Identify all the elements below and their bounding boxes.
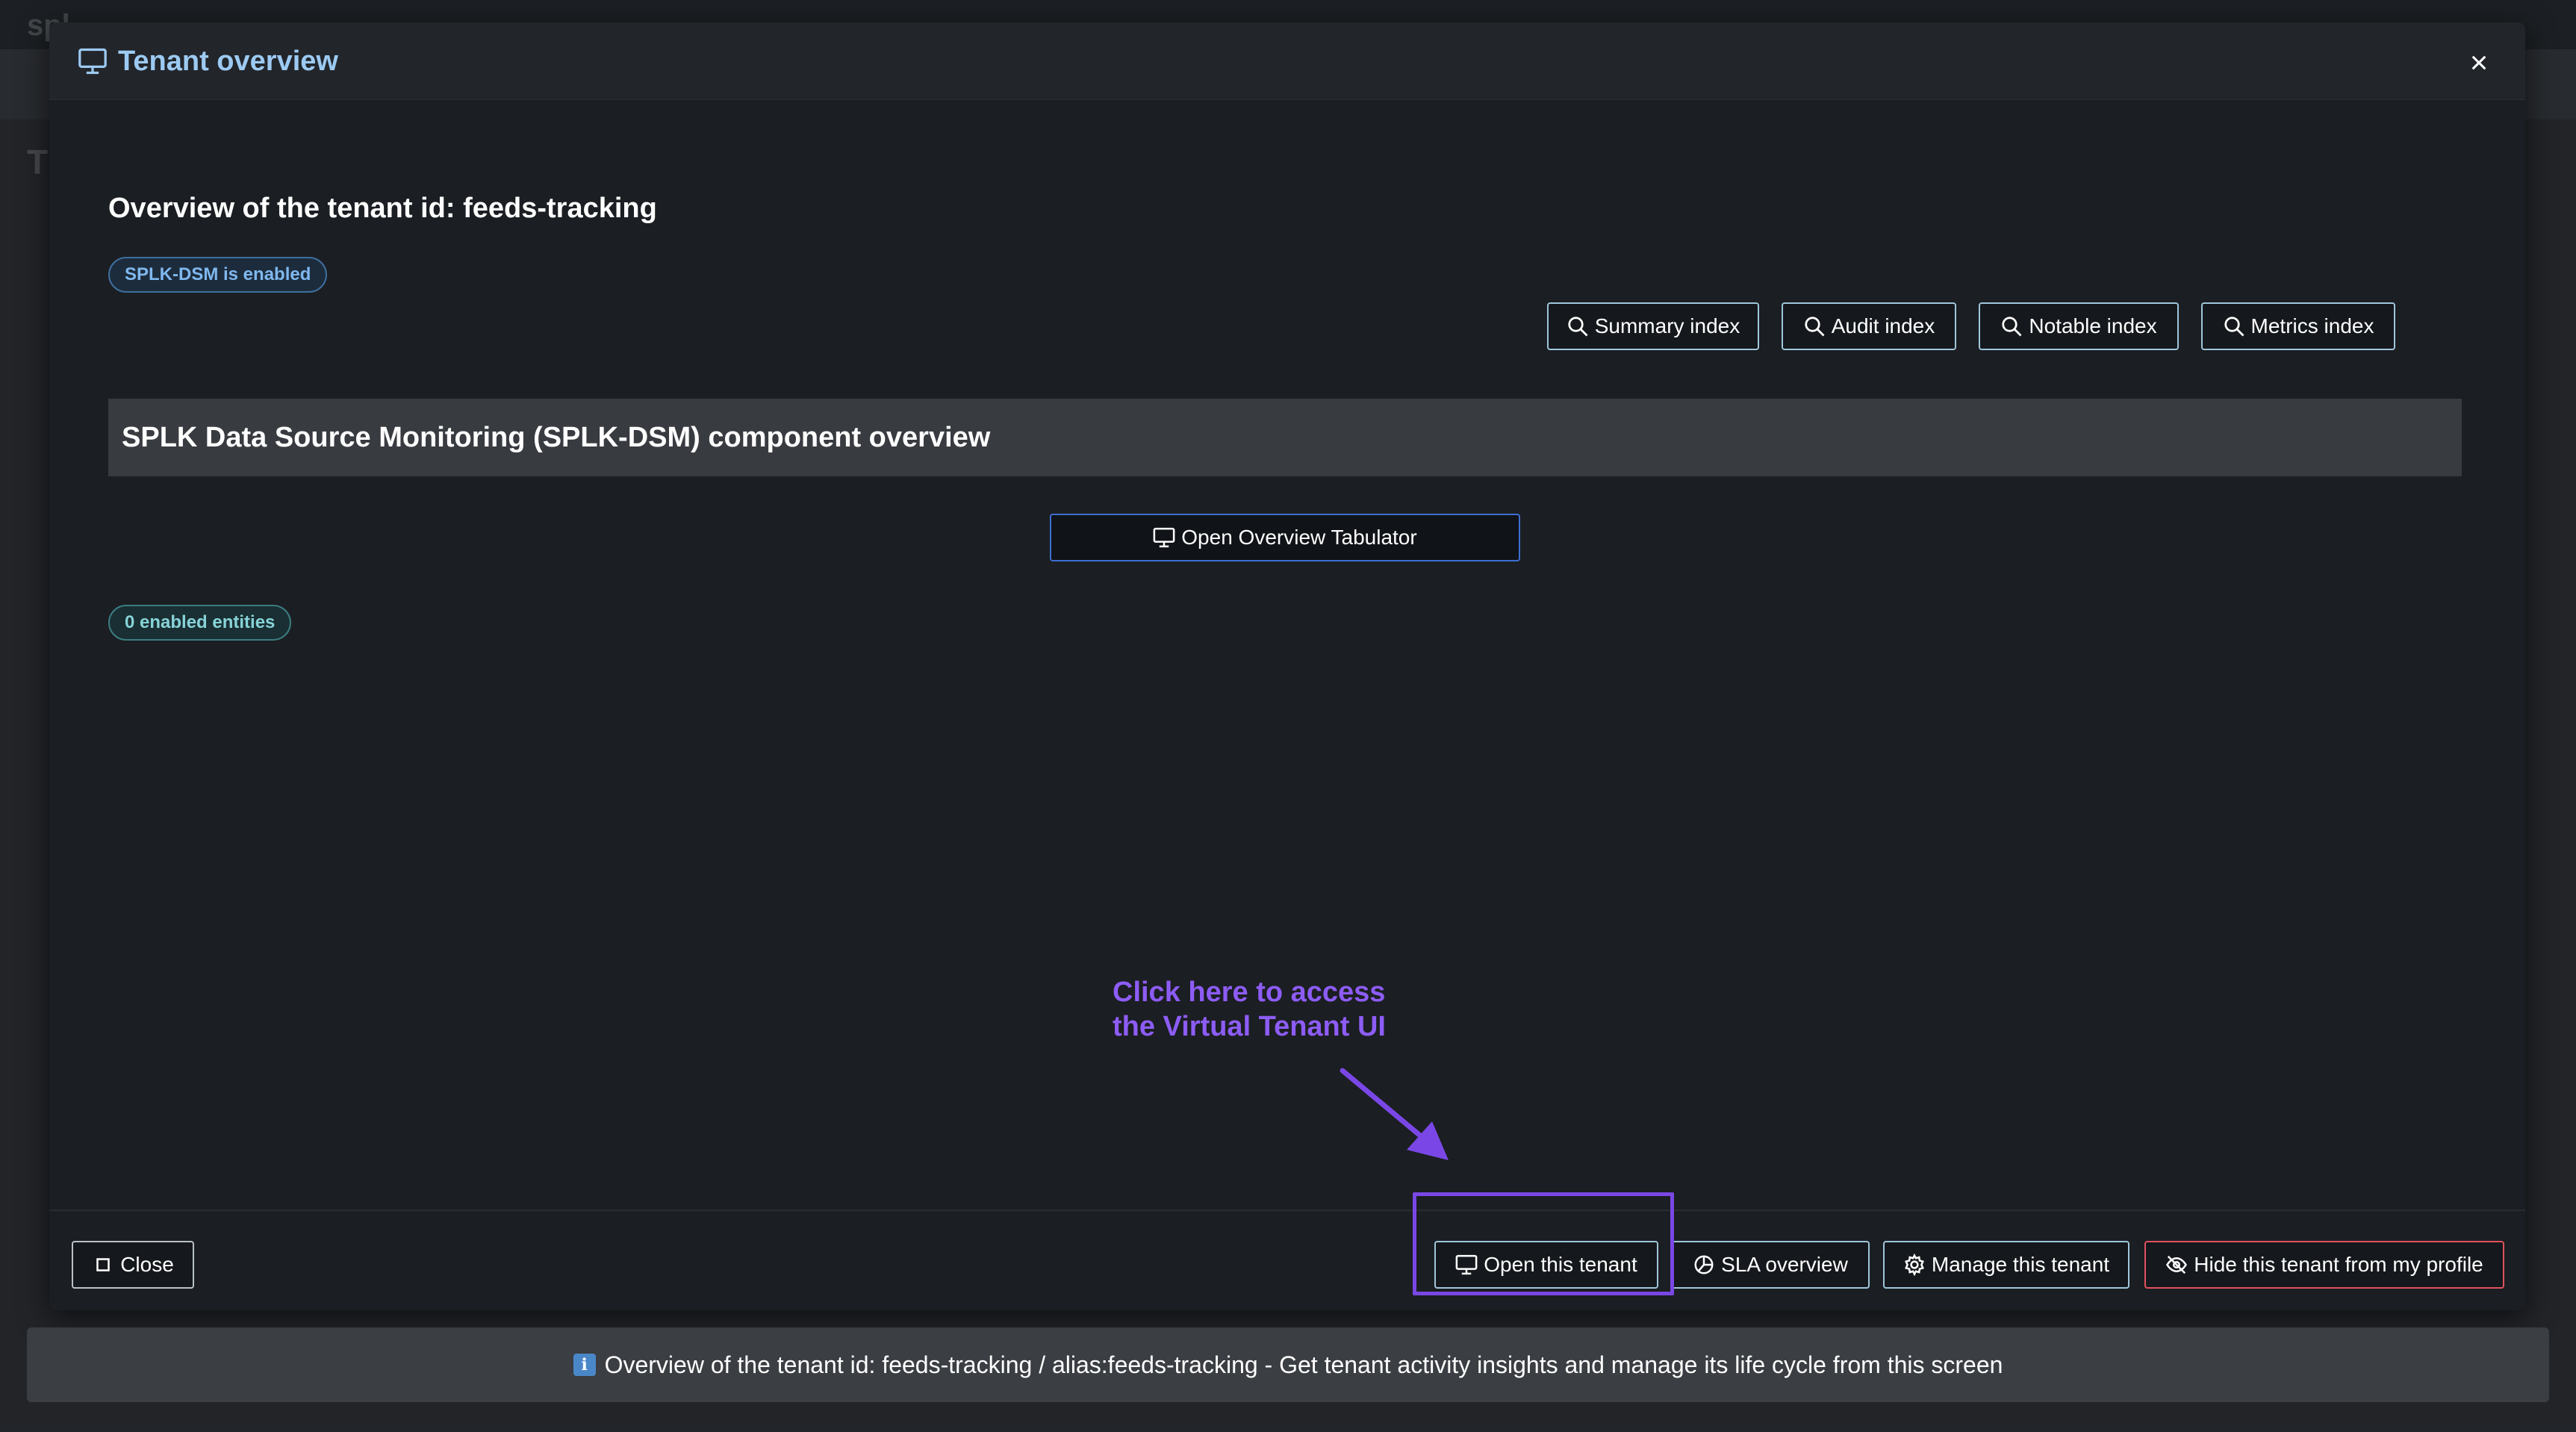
hide-tenant-button[interactable]: Hide this tenant from my profile (2144, 1241, 2504, 1289)
tenant-overview-modal: Tenant overview × Overview of the tenant… (49, 22, 2525, 1310)
notable-index-button[interactable]: Notable index (1979, 302, 2179, 350)
eye-slash-icon (2166, 1255, 2188, 1274)
close-button[interactable]: Close (72, 1241, 194, 1289)
open-overview-tabulator-button[interactable]: Open Overview Tabulator (1050, 514, 1520, 561)
monitor-icon (78, 48, 107, 75)
info-bar: ℹ Overview of the tenant id: feeds-track… (27, 1327, 2549, 1402)
annotation-arrow-icon (1340, 1068, 1449, 1160)
summary-index-label: Summary index (1594, 314, 1740, 337)
annotation-callout: Click here to access the Virtual Tenant … (1113, 975, 1426, 1044)
manage-this-tenant-button[interactable]: Manage this tenant (1883, 1241, 2129, 1289)
manage-this-tenant-label: Manage this tenant (1931, 1253, 2110, 1276)
sla-overview-button[interactable]: SLA overview (1671, 1241, 1870, 1289)
modal-title: Tenant overview (78, 42, 338, 81)
square-icon (96, 1258, 110, 1271)
metrics-index-label: Metrics index (2250, 314, 2374, 337)
component-title: SPLK Data Source Monitoring (SPLK-DSM) c… (122, 422, 991, 453)
enabled-entities-badge: 0 enabled entities (108, 605, 292, 641)
search-icon (2224, 317, 2244, 337)
search-icon (2002, 317, 2022, 337)
summary-index-button[interactable]: Summary index (1547, 302, 1759, 350)
sla-overview-label: SLA overview (1721, 1253, 1848, 1276)
modal-header: Tenant overview × (49, 22, 2525, 100)
pie-chart-icon (1694, 1255, 1714, 1274)
component-section-header: SPLK Data Source Monitoring (SPLK-DSM) c… (108, 399, 2462, 476)
gear-icon (1904, 1254, 1924, 1276)
status-badge: SPLK-DSM is enabled (108, 257, 328, 293)
search-icon (1805, 317, 1825, 337)
audit-index-button[interactable]: Audit index (1782, 302, 1956, 350)
info-bar-text: Overview of the tenant id: feeds-trackin… (604, 1351, 2003, 1378)
overview-title: Overview of the tenant id: feeds-trackin… (108, 193, 657, 224)
annotation-line-2: the Virtual Tenant UI (1113, 1011, 1386, 1042)
close-icon[interactable]: × (2461, 45, 2497, 81)
monitor-icon (1455, 1254, 1478, 1275)
open-this-tenant-button[interactable]: Open this tenant (1434, 1241, 1658, 1289)
audit-index-label: Audit index (1831, 314, 1935, 337)
metrics-index-button[interactable]: Metrics index (2201, 302, 2395, 350)
close-button-label: Close (120, 1253, 174, 1276)
annotation-line-1: Click here to access (1113, 977, 1386, 1008)
info-icon: ℹ (573, 1354, 596, 1376)
open-overview-tabulator-label: Open Overview Tabulator (1181, 526, 1417, 549)
modal-footer: Close Open this tenant SLA overview Mana… (49, 1210, 2525, 1310)
modal-title-text: Tenant overview (118, 45, 338, 77)
search-icon (1568, 317, 1588, 337)
monitor-icon (1153, 527, 1175, 548)
notable-index-label: Notable index (2029, 314, 2157, 337)
hide-tenant-label: Hide this tenant from my profile (2194, 1253, 2483, 1276)
open-this-tenant-label: Open this tenant (1484, 1253, 1637, 1276)
